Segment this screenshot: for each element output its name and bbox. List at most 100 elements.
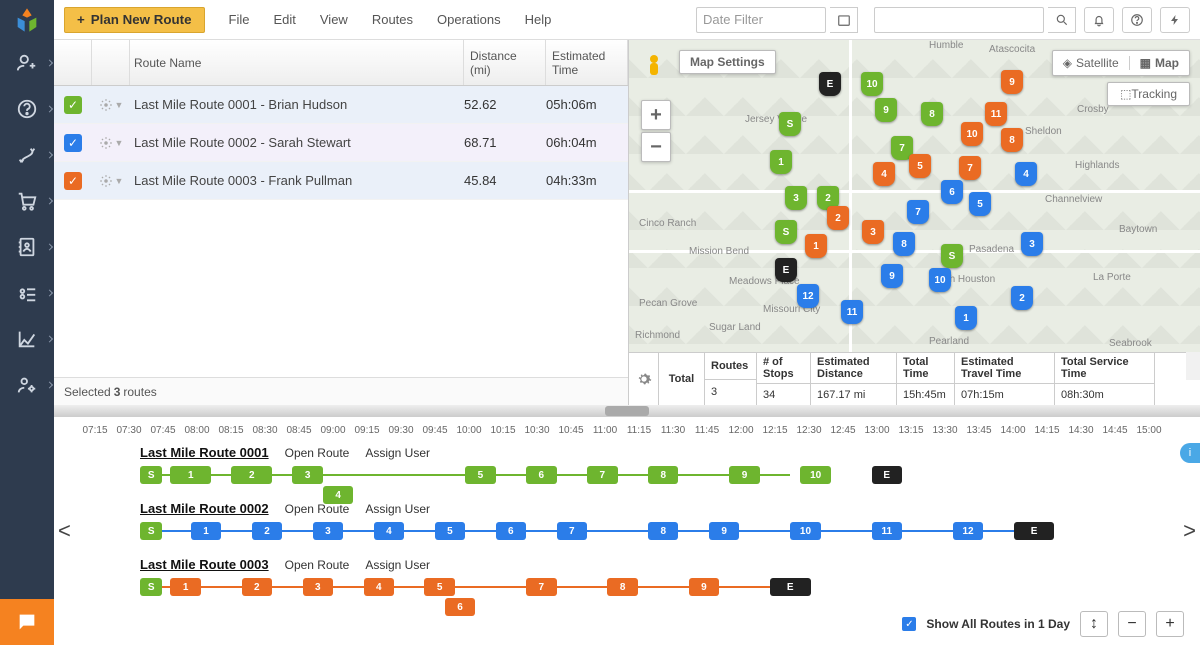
menu-operations[interactable]: Operations bbox=[429, 8, 509, 31]
menu-help[interactable]: Help bbox=[517, 8, 560, 31]
plan-route-button[interactable]: + Plan New Route bbox=[64, 7, 205, 33]
help-icon[interactable] bbox=[1122, 7, 1152, 33]
timeline-route-link[interactable]: Last Mile Route 0002 bbox=[140, 501, 269, 516]
tracking-button[interactable]: ⬚ Tracking bbox=[1107, 82, 1190, 106]
search-icon[interactable] bbox=[1048, 7, 1076, 33]
timeline-stop[interactable]: 1 bbox=[170, 578, 200, 596]
map-pin[interactable]: 11 bbox=[985, 102, 1007, 126]
timeline-route-link[interactable]: Last Mile Route 0001 bbox=[140, 445, 269, 460]
timeline-stop[interactable]: 9 bbox=[729, 466, 759, 484]
map-pin[interactable]: E bbox=[819, 72, 841, 96]
timeline-stop[interactable]: 11 bbox=[872, 522, 902, 540]
timeline-stop[interactable]: 1 bbox=[191, 522, 221, 540]
map-pin[interactable]: E bbox=[775, 258, 797, 282]
map-view-toggle[interactable]: ◈ Satellite ▦ Map bbox=[1052, 50, 1190, 76]
rail-help[interactable] bbox=[0, 86, 54, 132]
menu-view[interactable]: View bbox=[312, 8, 356, 31]
menu-routes[interactable]: Routes bbox=[364, 8, 421, 31]
map-pin[interactable]: 1 bbox=[805, 234, 827, 258]
map-pin[interactable]: 9 bbox=[1001, 70, 1023, 94]
timeline-stop[interactable]: 3 bbox=[292, 466, 322, 484]
bolt-icon[interactable] bbox=[1160, 7, 1190, 33]
timeline-stop[interactable]: 12 bbox=[953, 522, 983, 540]
date-filter-input[interactable]: Date Filter bbox=[696, 7, 826, 33]
pegman-icon[interactable] bbox=[643, 52, 665, 84]
timeline-stop[interactable]: 5 bbox=[435, 522, 465, 540]
rail-address-book[interactable] bbox=[0, 224, 54, 270]
col-est-time[interactable]: Estimated Time bbox=[546, 40, 628, 85]
timeline-stop[interactable]: S bbox=[140, 466, 162, 484]
map-pin[interactable]: 12 bbox=[797, 284, 819, 308]
row-gear-icon[interactable]: ▼ bbox=[92, 98, 130, 112]
map-pin[interactable]: 2 bbox=[1011, 286, 1033, 310]
satellite-toggle[interactable]: ◈ Satellite bbox=[1053, 56, 1130, 70]
map-pin[interactable]: S bbox=[779, 112, 801, 136]
timeline-stop[interactable]: E bbox=[1014, 522, 1055, 540]
route-checkbox[interactable]: ✓ bbox=[64, 172, 82, 190]
table-row[interactable]: ✓ ▼ Last Mile Route 0001 - Brian Hudson … bbox=[54, 86, 628, 124]
map-settings-button[interactable]: Map Settings bbox=[679, 50, 776, 74]
map-pin[interactable]: 1 bbox=[770, 150, 792, 174]
map-pin[interactable]: 8 bbox=[1001, 128, 1023, 152]
timeline-stop[interactable]: 5 bbox=[424, 578, 454, 596]
timeline-stop[interactable]: 9 bbox=[689, 578, 719, 596]
route-checkbox[interactable]: ✓ bbox=[64, 134, 82, 152]
timeline-stop[interactable]: E bbox=[770, 578, 811, 596]
timeline-stop[interactable]: 2 bbox=[242, 578, 272, 596]
timeline-stop[interactable]: 8 bbox=[648, 466, 678, 484]
map-pin[interactable]: 4 bbox=[1015, 162, 1037, 186]
rail-routes[interactable] bbox=[0, 132, 54, 178]
map-canvas[interactable]: Map Settings + − ◈ Satellite ▦ Map ⬚ Tra… bbox=[629, 40, 1200, 352]
row-gear-icon[interactable]: ▼ bbox=[92, 136, 130, 150]
assign-user-link[interactable]: Assign User bbox=[365, 502, 430, 516]
timeline-zoom-out[interactable]: − bbox=[1118, 611, 1146, 637]
menu-edit[interactable]: Edit bbox=[265, 8, 303, 31]
assign-user-link[interactable]: Assign User bbox=[365, 558, 430, 572]
map-pin[interactable]: 1 bbox=[955, 306, 977, 330]
map-pin[interactable]: 4 bbox=[873, 162, 895, 186]
route-checkbox[interactable]: ✓ bbox=[64, 96, 82, 114]
map-pin[interactable]: 10 bbox=[861, 72, 883, 96]
assign-user-link[interactable]: Assign User bbox=[365, 446, 430, 460]
rail-fleet[interactable] bbox=[0, 270, 54, 316]
timeline-route-link[interactable]: Last Mile Route 0003 bbox=[140, 557, 269, 572]
map-pin[interactable]: S bbox=[941, 244, 963, 268]
timeline-stop[interactable]: 4 bbox=[364, 578, 394, 596]
timeline-stop[interactable]: 9 bbox=[709, 522, 739, 540]
zoom-out-button[interactable]: − bbox=[641, 132, 671, 162]
timeline-stop[interactable]: 3 bbox=[313, 522, 343, 540]
map-pin[interactable]: 5 bbox=[909, 154, 931, 178]
timeline-stop[interactable]: 10 bbox=[800, 466, 830, 484]
rail-cart[interactable] bbox=[0, 178, 54, 224]
timeline-stop[interactable]: S bbox=[140, 578, 162, 596]
map-pin[interactable]: 6 bbox=[941, 180, 963, 204]
open-route-link[interactable]: Open Route bbox=[285, 446, 350, 460]
timeline-stop[interactable]: 1 bbox=[170, 466, 211, 484]
timeline-stop[interactable]: 2 bbox=[231, 466, 272, 484]
map-pin[interactable]: 2 bbox=[827, 206, 849, 230]
menu-file[interactable]: File bbox=[221, 8, 258, 31]
map-toggle[interactable]: ▦ Map bbox=[1130, 56, 1189, 70]
timeline-stop[interactable]: E bbox=[872, 466, 902, 484]
timeline-stop[interactable]: 7 bbox=[587, 466, 617, 484]
timeline-stop[interactable]: 8 bbox=[648, 522, 678, 540]
summary-gear-icon[interactable] bbox=[629, 353, 659, 405]
vertical-splitter[interactable] bbox=[54, 405, 1200, 417]
row-gear-icon[interactable]: ▼ bbox=[92, 174, 130, 188]
timeline-stop[interactable]: 8 bbox=[607, 578, 637, 596]
map-pin[interactable]: 3 bbox=[862, 220, 884, 244]
rail-user-settings[interactable] bbox=[0, 362, 54, 408]
rail-chat[interactable] bbox=[0, 599, 54, 645]
timeline-stop[interactable]: 10 bbox=[790, 522, 820, 540]
timeline-stop[interactable]: 3 bbox=[303, 578, 333, 596]
calendar-icon[interactable] bbox=[830, 7, 858, 33]
timeline-stop[interactable]: S bbox=[140, 522, 162, 540]
timeline-stop[interactable]: 6 bbox=[496, 522, 526, 540]
map-pin[interactable]: 9 bbox=[875, 98, 897, 122]
timeline-stop[interactable]: 6 bbox=[445, 598, 475, 616]
rail-analytics[interactable] bbox=[0, 316, 54, 362]
timeline-stop[interactable]: 4 bbox=[374, 522, 404, 540]
timeline-stop[interactable]: 2 bbox=[252, 522, 282, 540]
map-pin[interactable]: 10 bbox=[929, 268, 951, 292]
open-route-link[interactable]: Open Route bbox=[285, 502, 350, 516]
